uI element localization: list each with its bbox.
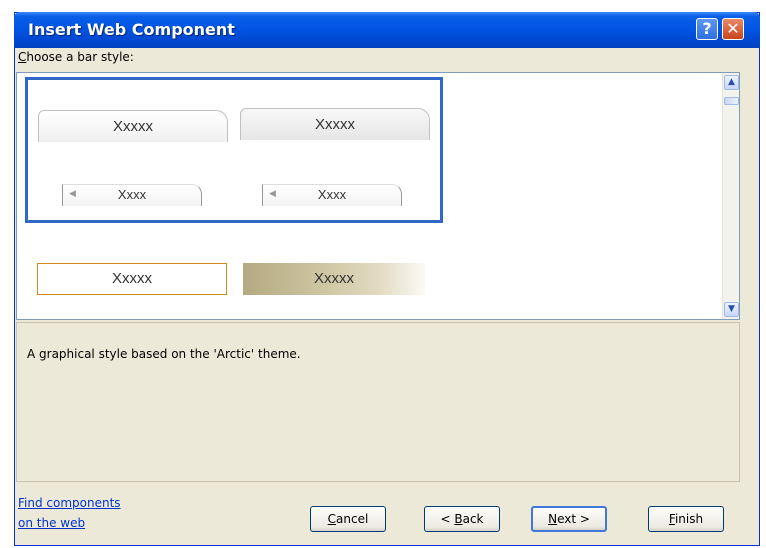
chevron-down-icon: ▼ (728, 304, 735, 314)
arctic-small-tab-preview-selected: ◀ Xxxx (262, 184, 402, 206)
vertical-scrollbar[interactable]: ▲ ▼ (722, 73, 739, 319)
finish-button[interactable]: Finish (648, 506, 724, 532)
next-button[interactable]: Next > (531, 506, 607, 532)
find-components-link-line2[interactable]: on the web (18, 516, 85, 530)
bar-style-list[interactable]: Xxxxx Xxxxx ◀ Xxxx ◀ Xxxx Xxxxx Xxxxx ▲ … (16, 72, 740, 320)
style-option-textured[interactable]: Xxxxx (243, 263, 425, 295)
window-title: Insert Web Component (28, 20, 235, 39)
cancel-button[interactable]: Cancel (310, 506, 386, 532)
scroll-up-button[interactable]: ▲ (724, 75, 739, 90)
scroll-thumb[interactable] (724, 97, 739, 105)
arctic-small-tab-preview: ◀ Xxxx (62, 184, 202, 206)
find-components-link[interactable]: Find components (18, 496, 121, 510)
chevron-up-icon: ▲ (728, 77, 735, 87)
help-icon: ? (702, 19, 712, 38)
close-icon: ✕ (726, 19, 740, 38)
style-description: A graphical style based on the 'Arctic' … (27, 347, 301, 361)
back-button[interactable]: < Back (424, 506, 500, 532)
style-option-orange-outline[interactable]: Xxxxx (37, 263, 227, 295)
title-bar: Insert Web Component ? ✕ (14, 12, 760, 48)
style-option-arctic[interactable]: Xxxxx Xxxxx ◀ Xxxx ◀ Xxxx (25, 77, 443, 223)
style-description-panel: A graphical style based on the 'Arctic' … (16, 322, 740, 482)
arctic-tab-preview: Xxxxx (38, 110, 228, 142)
choose-bar-style-label: Choose a bar style: (18, 50, 134, 64)
arctic-tab-preview-selected: Xxxxx (240, 108, 430, 140)
help-button[interactable]: ? (696, 18, 718, 40)
scroll-down-button[interactable]: ▼ (724, 302, 739, 317)
close-button[interactable]: ✕ (722, 18, 744, 40)
